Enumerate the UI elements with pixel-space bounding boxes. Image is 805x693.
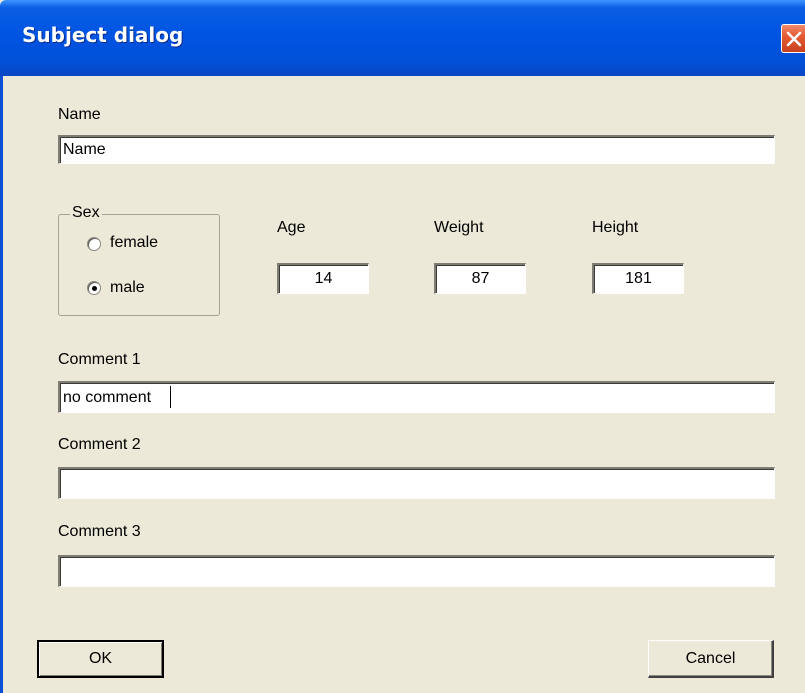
cancel-button[interactable]: Cancel bbox=[648, 640, 774, 678]
female-radio[interactable] bbox=[87, 237, 101, 251]
title-bar[interactable]: Subject dialog bbox=[0, 0, 805, 76]
height-field[interactable] bbox=[592, 263, 684, 294]
subject-dialog-window: Subject dialog Name Sex female male Age … bbox=[0, 0, 805, 693]
age-label: Age bbox=[277, 219, 306, 236]
ok-button[interactable]: OK bbox=[37, 640, 164, 678]
comment2-label: Comment 2 bbox=[58, 436, 141, 453]
close-icon bbox=[786, 31, 802, 47]
weight-field[interactable] bbox=[434, 263, 526, 294]
window-frame-left bbox=[0, 76, 3, 693]
comment3-label: Comment 3 bbox=[58, 523, 141, 540]
close-button[interactable] bbox=[781, 24, 805, 53]
age-field[interactable] bbox=[277, 263, 369, 294]
female-radio-label[interactable]: female bbox=[110, 234, 158, 252]
name-field[interactable] bbox=[58, 135, 775, 164]
weight-label: Weight bbox=[434, 219, 484, 236]
name-label: Name bbox=[58, 106, 101, 123]
sex-group-label: Sex bbox=[70, 204, 102, 222]
male-radio[interactable] bbox=[87, 281, 101, 295]
height-label: Height bbox=[592, 219, 639, 236]
male-radio-selected-dot bbox=[92, 286, 97, 291]
sex-groupbox bbox=[58, 214, 220, 316]
comment3-field[interactable] bbox=[58, 555, 775, 587]
window-title: Subject dialog bbox=[22, 23, 184, 47]
comment2-field[interactable] bbox=[58, 467, 775, 499]
comment1-field[interactable] bbox=[58, 381, 775, 413]
comment1-label: Comment 1 bbox=[58, 351, 141, 368]
text-cursor bbox=[170, 386, 171, 408]
male-radio-label[interactable]: male bbox=[110, 279, 145, 297]
